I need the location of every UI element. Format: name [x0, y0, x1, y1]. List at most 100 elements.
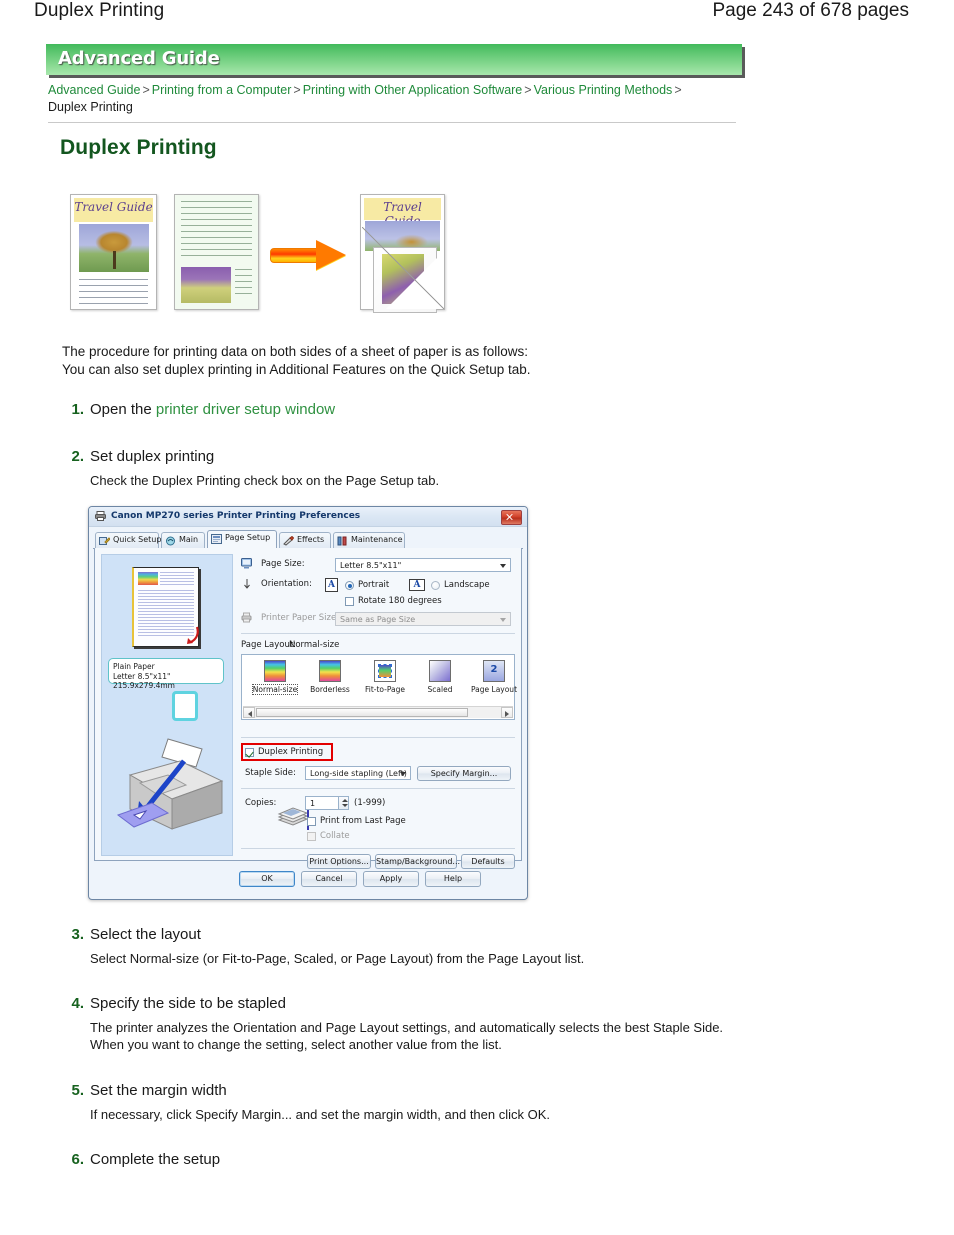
- step-6-number: 6.: [71, 1151, 84, 1168]
- page-title: Duplex Printing: [34, 0, 165, 21]
- step-4-number: 4.: [71, 995, 84, 1012]
- document-heading: Duplex Printing: [60, 136, 217, 159]
- rotate-180-checkbox[interactable]: Rotate 180 degrees: [345, 596, 442, 606]
- advanced-guide-banner: Advanced Guide: [46, 44, 742, 75]
- print-from-last-page-checkbox[interactable]: Print from Last Page: [307, 816, 406, 826]
- page-size-row: Page Size: Letter 8.5"x11": [241, 558, 515, 572]
- tab-maintenance[interactable]: Maintenance: [333, 532, 405, 548]
- scrollbar-thumb[interactable]: [256, 708, 468, 717]
- step-1-title: Open the printer driver setup window: [90, 401, 335, 418]
- collate-checkbox[interactable]: Collate: [307, 831, 350, 841]
- printer-illustration: [110, 733, 226, 845]
- print-preview-pane: Plain Paper Letter 8.5"x11" 215.9x279.4m…: [101, 554, 233, 856]
- page-layout-scrollbar[interactable]: [243, 706, 513, 718]
- orientation-row: Orientation: A Portrait A Landscape: [241, 578, 515, 594]
- travel-guide-band: Travel Guide: [74, 198, 153, 222]
- text-lines-side: [235, 269, 252, 299]
- copies-input[interactable]: 1: [305, 796, 339, 810]
- tab-quick-setup-label: Quick Setup: [113, 535, 162, 544]
- tab-page-setup-label: Page Setup: [225, 533, 271, 542]
- breadcrumb-separator: >: [293, 83, 301, 97]
- page-layout-label: Page Layout:: [241, 640, 297, 650]
- tab-effects[interactable]: Effects: [279, 532, 331, 548]
- maintenance-icon: [337, 536, 348, 546]
- dialog-body: Plain Paper Letter 8.5"x11" 215.9x279.4m…: [94, 548, 524, 869]
- dialog-title: Canon MP270 series Printer Printing Pref…: [111, 511, 361, 521]
- orientation-landscape-radio[interactable]: Landscape: [431, 580, 490, 590]
- step-5-title: Set the margin width: [90, 1082, 227, 1099]
- staple-side-combobox[interactable]: Long-side stapling (Left): [305, 766, 411, 780]
- rotate-180-row: Rotate 180 degrees: [241, 596, 515, 608]
- scaled-icon: [429, 660, 451, 682]
- text-lines: [181, 201, 252, 261]
- help-button[interactable]: Help: [425, 871, 481, 887]
- printer-icon: [95, 511, 106, 521]
- page-layout-option-borderless-label: Borderless: [310, 685, 350, 694]
- intro-paragraph: The procedure for printing data on both …: [62, 343, 702, 378]
- copies-label: Copies:: [245, 798, 277, 808]
- copies-stack-icon: [277, 800, 309, 830]
- tab-quick-setup[interactable]: Quick Setup: [95, 532, 162, 548]
- page-layout-row: Page Layout: Normal-size: [241, 640, 515, 652]
- breadcrumb-separator: >: [524, 83, 532, 97]
- effects-icon: [283, 535, 295, 546]
- breadcrumb-item-advanced-guide[interactable]: Advanced Guide: [48, 83, 140, 97]
- preview-paper-info: Plain Paper Letter 8.5"x11" 215.9x279.4m…: [108, 658, 224, 690]
- divider: [241, 788, 515, 789]
- tab-maintenance-label: Maintenance: [351, 535, 403, 544]
- page-indicator: Page 243 of 678 pages: [712, 0, 909, 21]
- page-layout-option-fit-to-page[interactable]: Fit-to-Page: [355, 660, 415, 694]
- cancel-button[interactable]: Cancel: [301, 871, 357, 887]
- rotate-180-label: Rotate 180 degrees: [358, 596, 442, 606]
- page-layout-option-normal-size[interactable]: Normal-size: [245, 660, 305, 695]
- print-from-last-page-label: Print from Last Page: [320, 816, 406, 826]
- orientation-landscape-label: Landscape: [444, 580, 490, 590]
- collate-label: Collate: [320, 831, 350, 841]
- scroll-left-arrow-icon[interactable]: [243, 707, 255, 718]
- tab-main[interactable]: Main: [161, 532, 205, 548]
- scroll-right-arrow-icon[interactable]: [501, 707, 513, 718]
- borderless-icon: [319, 660, 341, 682]
- specify-margin-button[interactable]: Specify Margin...: [417, 766, 511, 781]
- tab-page-setup[interactable]: Page Setup: [207, 530, 277, 548]
- breadcrumb-separator: >: [674, 83, 682, 97]
- copies-range: (1-999): [354, 798, 386, 808]
- page-size-combobox[interactable]: Letter 8.5"x11": [335, 558, 511, 572]
- copies-stepper[interactable]: [338, 796, 349, 810]
- printer-paper-size-icon: [241, 612, 252, 623]
- dialog-footer: OK Cancel Apply Help: [89, 861, 527, 899]
- step-6-title: Complete the setup: [90, 1151, 221, 1168]
- step-1-number: 1.: [71, 401, 84, 418]
- orientation-portrait-radio[interactable]: Portrait: [345, 580, 389, 590]
- duplex-printing-row: Duplex Printing: [241, 743, 515, 761]
- preview-color-block: [138, 572, 158, 585]
- step-4-body: The printer analyzes the Orientation and…: [90, 1020, 724, 1052]
- chevron-down-icon: [400, 772, 406, 776]
- advanced-guide-label: Advanced Guide: [58, 48, 220, 69]
- travel-guide-band: Travel Guide: [364, 198, 441, 228]
- breadcrumb-separator: >: [142, 83, 150, 97]
- divider: [241, 737, 515, 738]
- printer-paper-size-combobox[interactable]: Same as Page Size: [335, 612, 511, 626]
- page-layout-option-page-layout[interactable]: Page Layout: [464, 660, 524, 694]
- page-layout-icon: [483, 660, 505, 682]
- step-3-body: Select Normal-size (or Fit-to-Page, Scal…: [90, 951, 585, 966]
- orientation-portrait-label: Portrait: [358, 580, 390, 590]
- apply-button[interactable]: Apply: [363, 871, 419, 887]
- printing-preferences-dialog: Canon MP270 series Printer Printing Pref…: [88, 506, 528, 900]
- page-layout-option-scaled[interactable]: Scaled: [410, 660, 470, 694]
- duplex-printing-checkbox[interactable]: Duplex Printing: [245, 747, 323, 757]
- header-divider: [48, 122, 736, 123]
- breadcrumb-item-printing-with-other-application-software[interactable]: Printing with Other Application Software: [303, 83, 523, 97]
- breadcrumb-item-various-printing-methods[interactable]: Various Printing Methods: [534, 83, 673, 97]
- staple-side-row: Staple Side: Long-side stapling (Left) S…: [241, 766, 515, 781]
- intro-line-2: You can also set duplex printing in Addi…: [62, 361, 531, 377]
- printer-paper-size-row: Printer Paper Size: Same as Page Size: [241, 612, 515, 626]
- ok-button[interactable]: OK: [239, 871, 295, 887]
- breadcrumb-item-printing-from-a-computer[interactable]: Printing from a Computer: [152, 83, 292, 97]
- page-setup-icon: [211, 534, 222, 544]
- page-layout-option-borderless[interactable]: Borderless: [300, 660, 360, 694]
- close-icon[interactable]: [501, 510, 522, 525]
- duplex-flip-arrow-icon: [186, 625, 200, 645]
- printer-driver-setup-window-link[interactable]: printer driver setup window: [156, 401, 335, 418]
